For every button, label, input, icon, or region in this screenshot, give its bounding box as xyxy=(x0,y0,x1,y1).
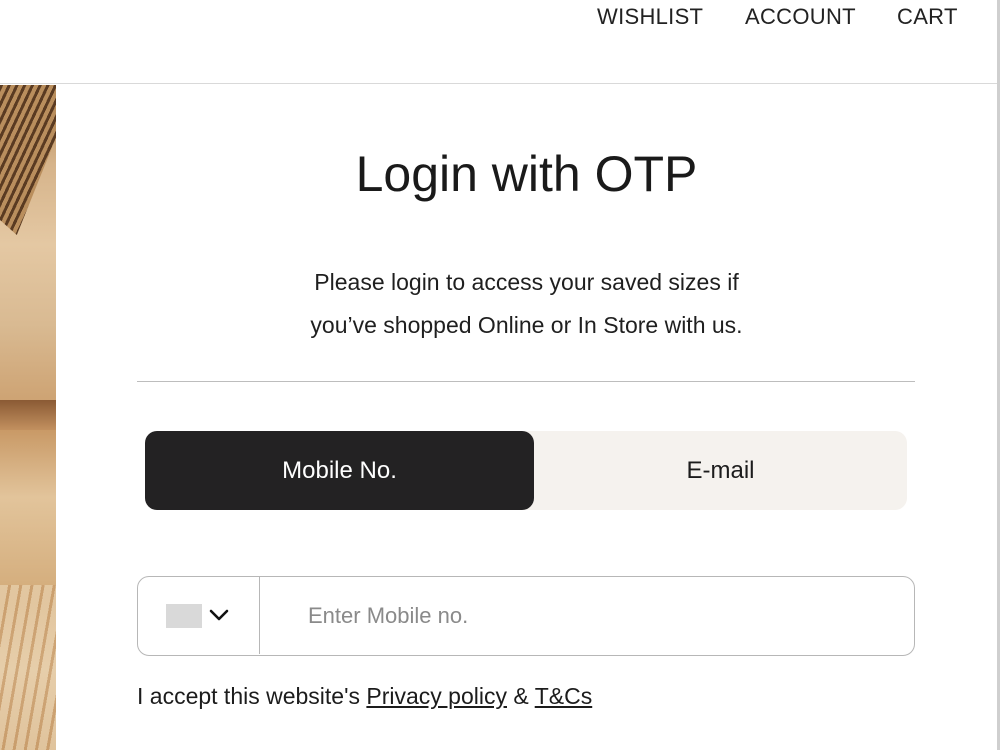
nav-account-link[interactable]: ACCOUNT xyxy=(745,4,856,30)
privacy-policy-link[interactable]: Privacy policy xyxy=(366,683,507,709)
consent-amp: & xyxy=(507,683,535,709)
photo-fabric-folds xyxy=(0,585,56,750)
photo-stripes xyxy=(0,85,56,235)
login-panel: Login with OTP Please login to access yo… xyxy=(56,85,997,750)
flag-placeholder-icon xyxy=(166,604,202,628)
terms-link[interactable]: T&Cs xyxy=(535,683,593,709)
subtitle-line-2: you’ve shopped Online or In Store with u… xyxy=(310,312,743,338)
photo-band xyxy=(0,400,56,430)
top-navigation: WISHLIST ACCOUNT CART xyxy=(0,0,1000,84)
subtitle-line-1: Please login to access your saved sizes … xyxy=(314,269,739,295)
tab-email[interactable]: E-mail xyxy=(534,431,907,510)
tab-mobile[interactable]: Mobile No. xyxy=(145,431,534,510)
consent-text: I accept this website's Privacy policy &… xyxy=(137,683,592,710)
mobile-number-field xyxy=(137,576,915,656)
consent-prefix: I accept this website's xyxy=(137,683,367,709)
login-title: Login with OTP xyxy=(355,146,698,202)
country-code-select[interactable] xyxy=(138,577,260,654)
login-method-tabs: Mobile No. E-mail xyxy=(145,431,907,510)
mobile-number-input[interactable] xyxy=(308,599,888,633)
divider xyxy=(137,381,915,382)
background-photo xyxy=(0,85,56,750)
nav-wishlist-link[interactable]: WISHLIST xyxy=(597,4,703,30)
login-subtitle: Please login to access your saved sizes … xyxy=(56,261,997,347)
chevron-down-icon xyxy=(209,609,229,621)
nav-cart-link[interactable]: CART xyxy=(897,4,958,30)
